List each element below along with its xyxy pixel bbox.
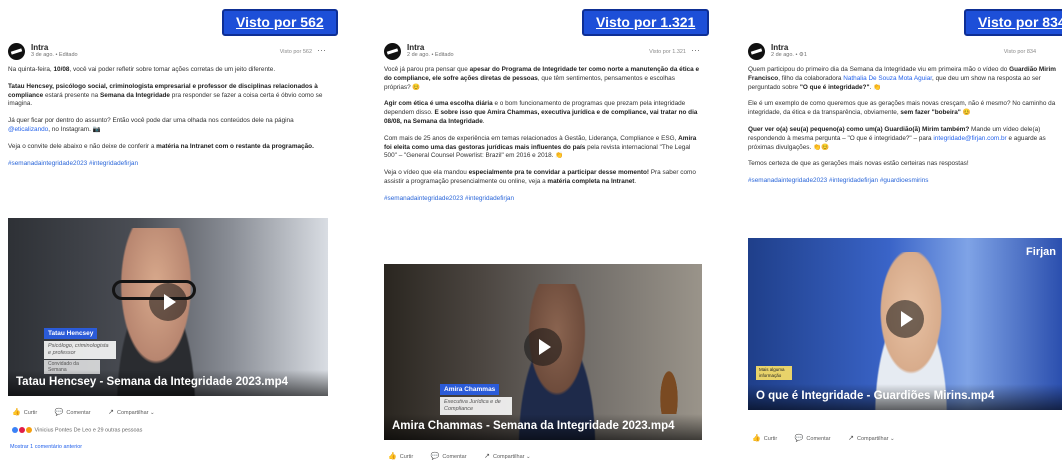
avatar[interactable] — [384, 43, 401, 60]
comment-button[interactable]: 💬 Comentar — [795, 434, 831, 442]
paragraph: Você já parou pra pensar que apesar do P… — [384, 66, 700, 91]
comment-button[interactable]: 💬 Comentar — [55, 408, 91, 416]
post-card-body: Intra 2 de ago. • ⚙1 Visto por 834 Quem … — [740, 38, 1062, 460]
like-button[interactable]: 👍 Curtir — [388, 452, 413, 460]
firjan-logo: Firjan — [1026, 246, 1056, 258]
post-header: Intra 2 de ago. • Editado Visto por 1.32… — [384, 42, 704, 62]
post-meta: 3 de ago. • Editado — [31, 52, 78, 58]
lower-third: Tatau Hencsey Psicólogo, criminologista … — [44, 322, 116, 374]
semana-link[interactable]: Semana da Integridade — [413, 118, 483, 125]
speaker-role-tag: Psicólogo, criminologista e professor — [44, 341, 116, 359]
post-text: Quem participou do primeiro dia da Seman… — [748, 66, 1062, 194]
post-header: Intra 2 de ago. • ⚙1 Visto por 834 — [748, 42, 1054, 62]
paragraph: Quer ver o(a) seu(a) pequeno(a) como um(… — [748, 125, 1046, 151]
paragraph: Ele é um exemplo de como queremos que as… — [748, 100, 1056, 117]
comment-icon: 💬 — [794, 435, 804, 442]
speaker-role-tag: Executiva Jurídica e de Compliance — [440, 397, 512, 415]
thumbs-up-icon: 👍 — [752, 435, 761, 442]
paragraph: Na quinta-feira, 10/08, você vai poder r… — [8, 66, 276, 73]
colleague-mention-link[interactable]: Nathalia De Souza Mota Aguiar — [843, 75, 932, 82]
like-button[interactable]: 👍 Curtir — [12, 408, 37, 416]
share-icon: ↗ — [848, 435, 854, 442]
views-count[interactable]: Visto por 1.321 — [649, 49, 686, 55]
heart-reaction-icon — [19, 427, 25, 433]
avatar[interactable] — [8, 43, 25, 60]
paragraph: Quem participou do primeiro dia da Seman… — [748, 66, 1056, 91]
author-name[interactable]: Intra — [407, 43, 424, 52]
views-badge: Visto por 562 — [222, 9, 338, 36]
share-icon: ↗ — [108, 409, 114, 416]
avatar[interactable] — [748, 43, 765, 60]
paragraph: Temos certeza de que as gerações mais no… — [748, 160, 969, 168]
intranet-link[interactable]: matéria completa na Intranet — [547, 178, 634, 185]
paragraph: Veja o convite dele abaixo e não deixe d… — [8, 142, 314, 150]
share-button[interactable]: ↗ Compartilhar ⌄ — [108, 408, 155, 416]
more-options-icon[interactable]: ⋯ — [691, 45, 700, 56]
video-title: Tatau Hencsey - Semana da Integridade 20… — [8, 370, 328, 396]
paragraph: Veja o vídeo que ela mandou especialment… — [384, 169, 696, 185]
play-icon[interactable] — [149, 283, 187, 321]
speaker-name-tag: Tatau Hencsey — [44, 328, 98, 339]
play-icon[interactable] — [886, 300, 924, 338]
clap-reaction-icon — [26, 427, 32, 433]
guitar-shape — [658, 364, 680, 414]
paragraph: Agir com ética é uma escolha diária e o … — [384, 100, 698, 125]
mini-tag: Mais alguma informação — [756, 366, 792, 380]
post-card-guardioes: Visto por 834 Intra 2 de ago. • ⚙1 Visto… — [740, 0, 1062, 460]
post-text: Na quinta-feira, 10/08, você vai poder r… — [8, 66, 328, 176]
show-previous-comments-link[interactable]: Mostrar 1 comentário anterior — [10, 444, 82, 450]
post-meta: 2 de ago. • Editado — [407, 52, 454, 58]
video-player[interactable]: Tatau Hencsey Psicólogo, criminologista … — [8, 218, 328, 396]
views-badge: Visto por 1.321 — [582, 9, 710, 36]
video-title: O que é Integridade - Guardiões Mirins.m… — [748, 384, 1062, 410]
paragraph: Já quer ficar por dentro do assunto? Ent… — [8, 117, 294, 133]
share-button[interactable]: ↗ Compartilhar ⌄ — [848, 434, 895, 442]
views-badge: Visto por 834 — [964, 9, 1062, 36]
comment-icon: 💬 — [430, 453, 440, 460]
more-options-icon[interactable]: ⋯ — [317, 45, 326, 56]
hashtags[interactable]: #semanadaintegridade2023 #integridadefir… — [8, 160, 328, 169]
comment-icon: 💬 — [54, 409, 64, 416]
share-icon: ↗ — [484, 453, 490, 460]
author-name[interactable]: Intra — [771, 43, 788, 52]
lower-third: Amira Chammas Executiva Jurídica e de Co… — [440, 378, 512, 415]
speaker-name-tag: Amira Chammas — [440, 384, 500, 395]
share-button[interactable]: ↗ Compartilhar ⌄ — [484, 452, 531, 460]
post-text: Você já parou pra pensar que apesar do P… — [384, 66, 702, 212]
comment-button[interactable]: 💬 Comentar — [431, 452, 467, 460]
action-bar: 👍 Curtir 💬 Comentar ↗ Compartilhar ⌄ — [752, 434, 1052, 442]
post-header: Intra 3 de ago. • Editado Visto por 562 … — [8, 42, 330, 62]
action-bar: 👍 Curtir 💬 Comentar ↗ Compartilhar ⌄ — [388, 452, 702, 460]
views-count[interactable]: Visto por 834 — [1004, 49, 1036, 55]
reactions-summary[interactable]: Vinicius Pontes De Leo e 29 outras pesso… — [12, 427, 142, 433]
email-link[interactable]: integridade@firjan.com.br — [933, 135, 1006, 142]
video-title: Amira Chammas - Semana da Integridade 20… — [384, 414, 702, 440]
thumbs-up-icon: 👍 — [12, 409, 21, 416]
post-card-tatau: Visto por 562 Intra 3 de ago. • Editado … — [0, 0, 338, 460]
post-card-amira: Visto por 1.321 Intra 2 de ago. • Editad… — [376, 0, 712, 460]
author-name[interactable]: Intra — [31, 43, 48, 52]
hashtags[interactable]: #semanadaintegridade2023 #integridadefir… — [384, 195, 702, 204]
like-button[interactable]: 👍 Curtir — [752, 434, 777, 442]
play-icon[interactable] — [524, 328, 562, 366]
video-player[interactable]: Firjan Mais alguma informação O que é In… — [748, 238, 1062, 410]
action-bar: 👍 Curtir 💬 Comentar ↗ Compartilhar ⌄ — [12, 408, 328, 416]
like-reaction-icon — [12, 427, 18, 433]
post-meta: 2 de ago. • ⚙1 — [771, 52, 807, 58]
post-card-body: Intra 3 de ago. • Editado Visto por 562 … — [0, 38, 338, 460]
thumbs-up-icon: 👍 — [388, 453, 397, 460]
paragraph: Com mais de 25 anos de experiência em te… — [384, 134, 697, 160]
intranet-link[interactable]: matéria na Intranet — [156, 143, 213, 150]
video-player[interactable]: Amira Chammas Executiva Jurídica e de Co… — [384, 264, 702, 440]
hashtags[interactable]: #semanadaintegridade2023 #integridadefir… — [748, 177, 1062, 186]
paragraph: Tatau Hencsey, psicólogo social, crimino… — [8, 82, 323, 108]
instagram-link[interactable]: @eticalizando — [8, 126, 48, 133]
views-count[interactable]: Visto por 562 — [280, 49, 312, 55]
post-card-body: Intra 2 de ago. • Editado Visto por 1.32… — [376, 38, 712, 460]
